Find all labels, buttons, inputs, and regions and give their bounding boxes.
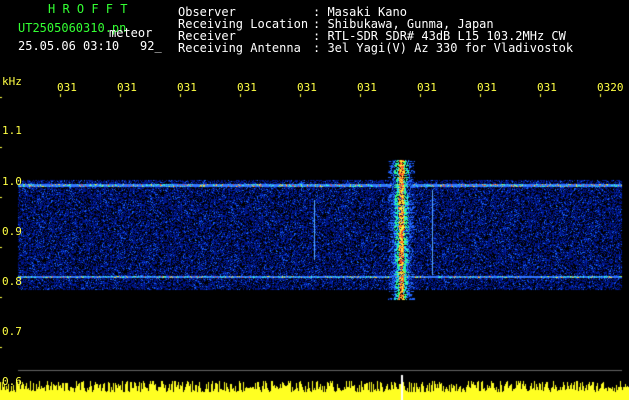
label-antenna: Receiving Antenna (178, 41, 301, 55)
value-antenna: : 3el Yagi(V) Az 330 for Vladivostok (313, 41, 574, 55)
x-tick-label: 031 (477, 81, 497, 94)
y-tick-label: 0.8 (2, 275, 22, 288)
app-title: H R O F F T (48, 2, 128, 16)
x-tick-label: 031 (297, 81, 317, 94)
x-tick-label: 031 (177, 81, 197, 94)
x-tick-label: 031 (417, 81, 437, 94)
event-type: meteor (109, 26, 153, 40)
y-tick-label: 0.9 (2, 225, 22, 238)
x-tick-label: 031 (357, 81, 377, 94)
x-tick-label: 031 (117, 81, 137, 94)
count: 92_ (140, 39, 162, 53)
y-tick-label: 0.6 (2, 375, 22, 388)
x-tick-label: 031 (237, 81, 257, 94)
datetime: 25.05.06 03:10 (18, 39, 120, 53)
x-tick-label: 031 (57, 81, 77, 94)
y-unit-label: kHz (2, 75, 22, 88)
spectrogram (0, 0, 629, 400)
x-tick-label: 031 (537, 81, 557, 94)
y-tick-label: 1.0 (2, 175, 22, 188)
x-tick-label: 0320 (597, 81, 624, 94)
y-tick-label: 0.7 (2, 325, 22, 338)
y-tick-label: 1.1 (2, 124, 22, 137)
